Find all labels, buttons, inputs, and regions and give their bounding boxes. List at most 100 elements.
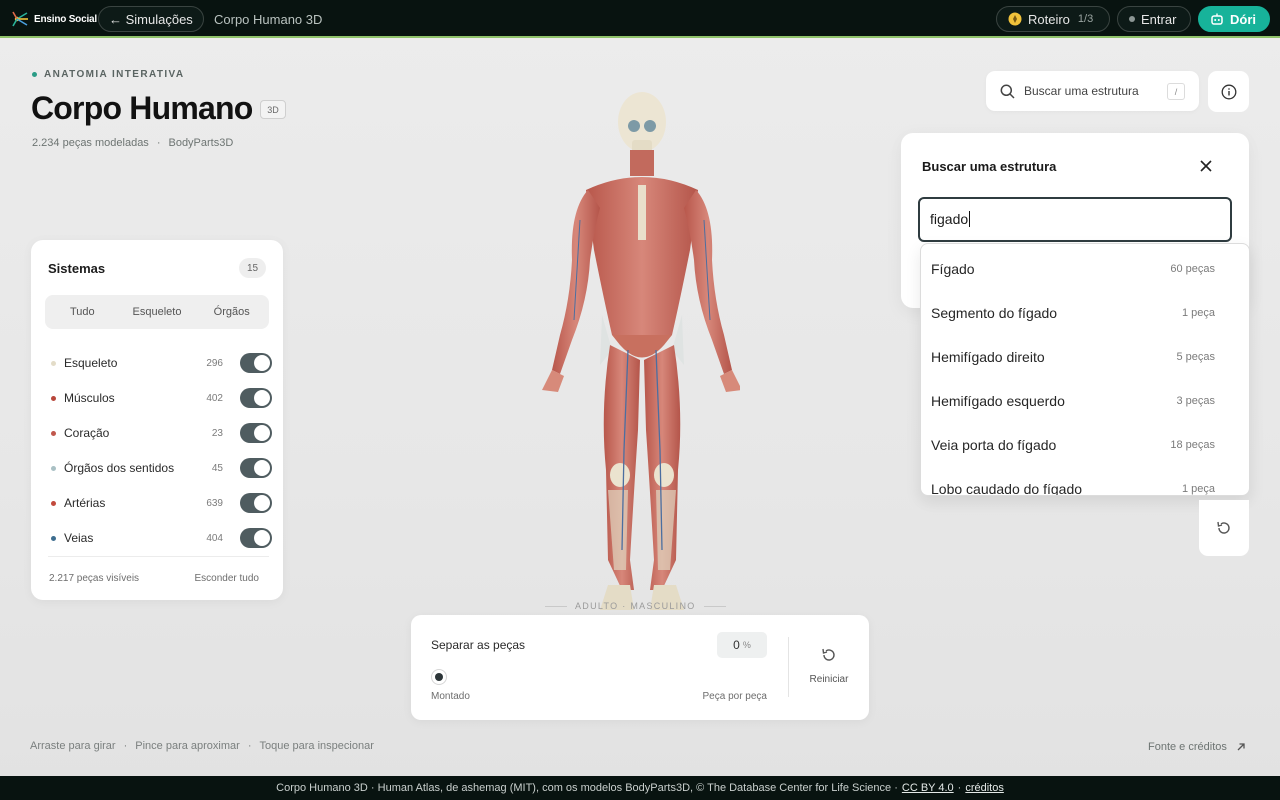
hint-zoom: Pince para aproximar xyxy=(135,740,240,752)
eyebrow-text: ANATOMIA INTERATIVA xyxy=(44,69,185,80)
credits-link-label: Fonte e créditos xyxy=(1148,741,1227,753)
page-title: Corpo Humano xyxy=(31,90,253,126)
search-result-item[interactable]: Hemifígado direito 5 peças xyxy=(921,335,1249,379)
systems-filter-tabs: Tudo Esqueleto Órgãos xyxy=(45,295,269,329)
info-button[interactable] xyxy=(1208,71,1249,112)
result-name: Veia porta do fígado xyxy=(931,437,1057,453)
footer-credits-link[interactable]: créditos xyxy=(965,782,1004,794)
result-count: 18 peças xyxy=(1170,439,1215,451)
result-name: Hemifígado direito xyxy=(931,349,1045,365)
search-input[interactable]: figado xyxy=(918,197,1232,242)
result-count: 3 peças xyxy=(1176,395,1215,407)
visible-pieces: 2.217 peças visíveis xyxy=(49,573,140,584)
system-name: Órgãos dos sentidos xyxy=(64,461,175,475)
explode-value: 0% xyxy=(717,632,767,658)
search-results-dropdown: Fígado 60 peças Segmento do fígado 1 peç… xyxy=(920,243,1250,496)
search-placeholder: Buscar uma estrutura xyxy=(1024,84,1139,98)
system-toggle[interactable] xyxy=(240,458,272,478)
system-name: Coração xyxy=(64,426,110,440)
text-caret xyxy=(969,211,971,227)
shortcut-key: / xyxy=(1167,83,1185,100)
reset-label: Reiniciar xyxy=(809,674,849,685)
color-dot-icon xyxy=(51,430,56,436)
login-button[interactable]: Entrar xyxy=(1117,6,1191,32)
modal-title: Buscar uma estrutura xyxy=(922,159,1057,174)
system-row-coracao[interactable]: Coração 23 xyxy=(51,421,272,445)
dori-assistant-button[interactable]: Dóri xyxy=(1198,6,1270,32)
platform-label: ADULTO · MASCULINO xyxy=(545,601,726,611)
model-source: BodyParts3D xyxy=(168,137,234,149)
pieces-count: 2.234 peças modeladas xyxy=(32,137,149,149)
explode-panel: Separar as peças 0% Montado Peça por peç… xyxy=(411,615,869,720)
reset-view-button[interactable] xyxy=(1199,500,1249,556)
system-count: 296 xyxy=(206,357,223,369)
reset-icon xyxy=(822,648,835,661)
status-dot-icon xyxy=(1129,16,1135,22)
system-toggle[interactable] xyxy=(240,528,272,548)
eyebrow: ANATOMIA INTERATIVA xyxy=(32,69,184,80)
result-name: Hemifígado esquerdo xyxy=(931,393,1065,409)
tab-orgaos[interactable]: Órgãos xyxy=(194,295,269,329)
system-toggle[interactable] xyxy=(240,493,272,513)
result-name: Fígado xyxy=(931,261,975,277)
color-dot-icon xyxy=(51,465,56,471)
search-result-item[interactable]: Hemifígado esquerdo 3 peças xyxy=(921,379,1249,423)
search-result-item[interactable]: Veia porta do fígado 18 peças xyxy=(921,423,1249,467)
roteiro-button[interactable]: Roteiro 1/3 xyxy=(996,6,1110,32)
explode-value-unit: % xyxy=(742,640,751,650)
system-row-veias[interactable]: Veias 404 xyxy=(51,526,272,550)
systems-panel: Sistemas 15 Tudo Esqueleto Órgãos Esquel… xyxy=(31,240,283,600)
hint-rotate: Arraste para girar xyxy=(30,740,116,752)
search-result-item[interactable]: Fígado 60 peças xyxy=(921,247,1249,291)
divider xyxy=(48,556,269,557)
system-row-arterias[interactable]: Artérias 639 xyxy=(51,491,272,515)
roteiro-label: Roteiro xyxy=(1028,11,1070,27)
tab-esqueleto[interactable]: Esqueleto xyxy=(120,295,195,329)
system-toggle[interactable] xyxy=(240,388,272,408)
reset-explode-button[interactable]: Reiniciar xyxy=(801,647,857,685)
result-name: Segmento do fígado xyxy=(931,305,1058,321)
system-row-musculos[interactable]: Músculos 402 xyxy=(51,386,272,410)
platform-line xyxy=(545,605,567,607)
search-result-item[interactable]: Lobo caudado do fígado 1 peça xyxy=(921,467,1249,495)
robot-icon xyxy=(1211,13,1223,25)
explode-slider-handle[interactable] xyxy=(431,669,447,685)
system-count: 402 xyxy=(206,392,223,404)
systems-title: Sistemas xyxy=(48,261,106,276)
search-bar[interactable]: Buscar uma estrutura / xyxy=(986,71,1199,111)
system-toggle[interactable] xyxy=(240,353,272,373)
license-link[interactable]: CC BY 4.0 xyxy=(902,782,954,794)
hint-inspect: Toque para inspecionar xyxy=(259,740,374,752)
system-row-orgaos-sentidos[interactable]: Órgãos dos sentidos 45 xyxy=(51,456,272,480)
body-3d-model[interactable] xyxy=(530,90,740,615)
top-bar: Ensino Social ← Simulações Corpo Humano … xyxy=(0,0,1280,38)
search-result-item[interactable]: Segmento do fígado 1 peça xyxy=(921,291,1249,335)
back-to-simulations-button[interactable]: ← Simulações xyxy=(98,6,204,32)
hide-all-button[interactable]: Esconder tudo xyxy=(195,573,260,584)
breadcrumb-title: Corpo Humano 3D xyxy=(214,12,323,27)
search-query: figado xyxy=(930,211,969,227)
platform-text: ADULTO · MASCULINO xyxy=(575,601,696,611)
slider-min-label: Montado xyxy=(431,691,470,702)
system-count: 404 xyxy=(206,532,223,544)
reset-icon xyxy=(1217,521,1230,534)
color-dot-icon xyxy=(51,395,56,401)
credits-link[interactable]: Fonte e créditos xyxy=(1148,741,1246,753)
result-count: 1 peça xyxy=(1181,307,1215,319)
result-count: 60 peças xyxy=(1170,263,1215,275)
login-label: Entrar xyxy=(1141,11,1177,27)
close-button[interactable] xyxy=(1197,157,1215,175)
close-icon xyxy=(1200,160,1212,172)
result-count: 1 peça xyxy=(1181,483,1215,495)
brand-logo[interactable]: Ensino Social xyxy=(10,9,97,29)
divider xyxy=(788,637,789,697)
system-name: Artérias xyxy=(64,496,106,510)
footer-text: Corpo Humano 3D · Human Atlas, de ashema… xyxy=(276,782,898,794)
system-name: Músculos xyxy=(64,391,115,405)
system-toggle[interactable] xyxy=(240,423,272,443)
tab-tudo[interactable]: Tudo xyxy=(45,295,120,329)
footer-separator: · xyxy=(957,782,962,794)
eyebrow-dot-icon xyxy=(32,72,37,77)
system-row-esqueleto[interactable]: Esqueleto 296 xyxy=(51,351,272,375)
dori-label: Dóri xyxy=(1230,11,1256,27)
